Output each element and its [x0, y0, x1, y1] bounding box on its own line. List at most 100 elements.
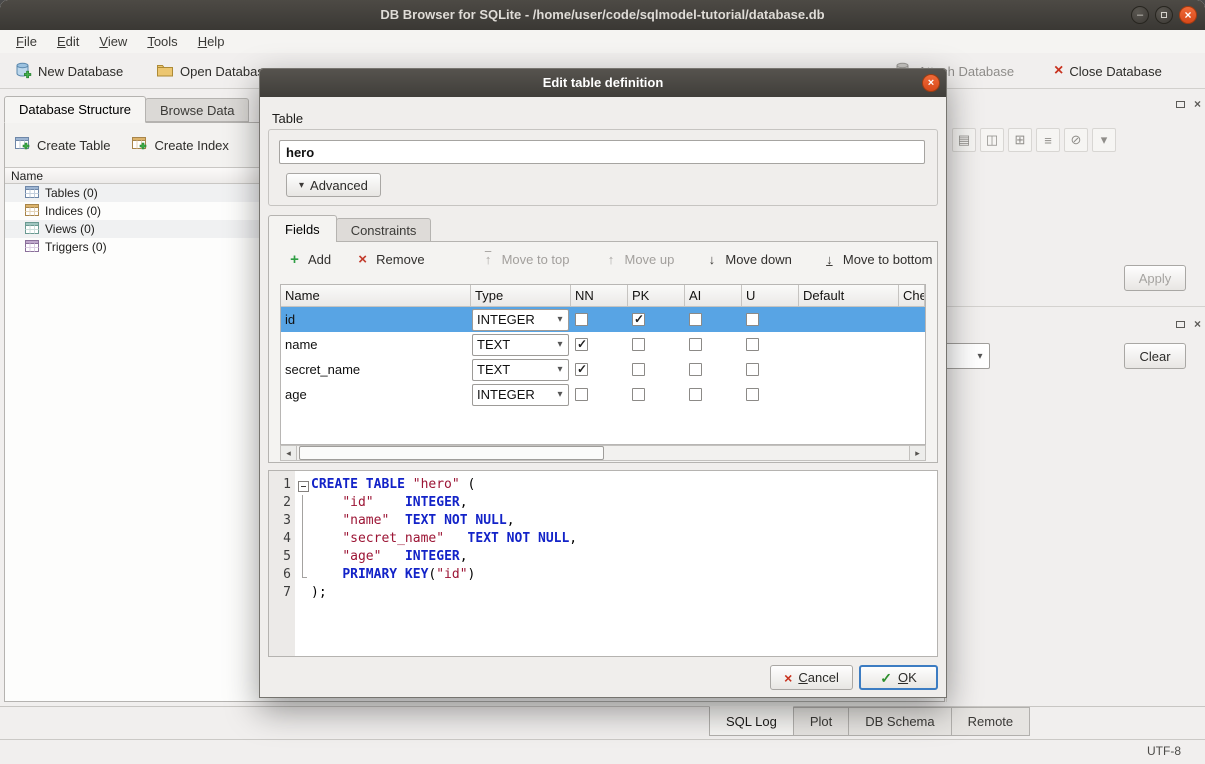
column-header-pk[interactable]: PK: [628, 285, 685, 307]
ai-checkbox[interactable]: [689, 313, 702, 326]
ai-checkbox[interactable]: [689, 363, 702, 376]
sql-preview-editor[interactable]: 1CREATE TABLE "hero" (2 "id" INTEGER,3 "…: [268, 470, 938, 657]
column-header-ai[interactable]: AI: [685, 285, 742, 307]
nn-checkbox[interactable]: [575, 338, 588, 351]
u-checkbox[interactable]: [746, 388, 759, 401]
type-select[interactable]: INTEGER▾: [472, 309, 569, 331]
open-database-icon: [156, 62, 174, 81]
fold-marker[interactable]: [295, 477, 311, 495]
column-header-check[interactable]: Check: [899, 285, 925, 307]
dock-float-icon[interactable]: [1176, 101, 1185, 108]
field-default-cell[interactable]: [799, 307, 899, 332]
create-table-button[interactable]: Create Table: [15, 137, 110, 154]
dock-float-icon[interactable]: [1176, 321, 1185, 328]
ok-button[interactable]: ✓ OK: [859, 665, 938, 690]
pk-checkbox[interactable]: [632, 338, 645, 351]
field-name-cell[interactable]: age: [281, 382, 471, 407]
menu-view[interactable]: View: [89, 32, 137, 51]
dock-tool-button[interactable]: ▤: [952, 128, 976, 152]
dialog-titlebar[interactable]: Edit table definition ×: [260, 69, 946, 97]
cancel-button[interactable]: × Cancel: [770, 665, 853, 690]
field-default-cell[interactable]: [799, 357, 899, 382]
type-select[interactable]: TEXT▾: [472, 334, 569, 356]
dock-tool-button[interactable]: ≡: [1036, 128, 1060, 152]
scrollbar-thumb[interactable]: [299, 446, 604, 460]
field-row[interactable]: idINTEGER▾: [281, 307, 925, 332]
maximize-button[interactable]: [1155, 6, 1173, 24]
field-row[interactable]: nameTEXT▾: [281, 332, 925, 357]
tab-remote[interactable]: Remote: [951, 707, 1031, 736]
field-default-cell[interactable]: [799, 382, 899, 407]
move-down-button[interactable]: ↓ Move down: [704, 252, 791, 267]
menu-help[interactable]: Help: [188, 32, 235, 51]
dock-close-icon[interactable]: ×: [1194, 318, 1201, 330]
u-checkbox[interactable]: [746, 338, 759, 351]
pk-checkbox[interactable]: [632, 388, 645, 401]
column-header-default[interactable]: Default: [799, 285, 899, 307]
ai-checkbox[interactable]: [689, 388, 702, 401]
tab-browse-data[interactable]: Browse Data: [145, 98, 249, 122]
move-to-bottom-button[interactable]: ↓ Move to bottom: [822, 252, 933, 267]
type-select[interactable]: INTEGER▾: [472, 384, 569, 406]
u-checkbox[interactable]: [746, 363, 759, 376]
create-index-button[interactable]: Create Index: [132, 137, 228, 154]
move-up-button[interactable]: ↑ Move up: [604, 252, 675, 267]
field-check-cell[interactable]: [899, 307, 925, 332]
field-name-cell[interactable]: secret_name: [281, 357, 471, 382]
advanced-toggle-button[interactable]: ▾ Advanced: [286, 173, 381, 197]
dock-tool-button[interactable]: ◫: [980, 128, 1004, 152]
new-database-button[interactable]: New Database: [8, 57, 129, 85]
close-button[interactable]: ×: [1179, 6, 1197, 24]
dock-horizontal-separator: [947, 306, 1205, 307]
pk-checkbox[interactable]: [632, 363, 645, 376]
tab-database-structure[interactable]: Database Structure: [4, 96, 146, 123]
column-header-name[interactable]: Name: [281, 285, 471, 307]
apply-button[interactable]: Apply: [1124, 265, 1186, 291]
nn-checkbox[interactable]: [575, 363, 588, 376]
u-checkbox[interactable]: [746, 313, 759, 326]
field-row[interactable]: ageINTEGER▾: [281, 382, 925, 407]
ai-checkbox[interactable]: [689, 338, 702, 351]
menu-tools[interactable]: Tools: [137, 32, 187, 51]
type-select[interactable]: TEXT▾: [472, 359, 569, 381]
move-to-top-button[interactable]: ↑ Move to top: [481, 252, 570, 267]
field-check-cell[interactable]: [899, 332, 925, 357]
dock-close-icon[interactable]: ×: [1194, 98, 1201, 110]
close-database-button[interactable]: × Close Database: [1048, 57, 1168, 85]
tab-fields[interactable]: Fields: [268, 215, 337, 242]
fields-horizontal-scrollbar[interactable]: ◂ ▸: [280, 445, 926, 461]
field-check-cell[interactable]: [899, 357, 925, 382]
nn-checkbox[interactable]: [575, 388, 588, 401]
field-default-cell[interactable]: [799, 332, 899, 357]
dialog-close-button[interactable]: ×: [922, 74, 940, 92]
pk-checkbox[interactable]: [632, 313, 645, 326]
clear-button[interactable]: Clear: [1124, 343, 1186, 369]
tab-constraints[interactable]: Constraints: [336, 218, 432, 242]
field-name-cell[interactable]: name: [281, 332, 471, 357]
field-name-cell[interactable]: id: [281, 307, 471, 332]
dock-tool-button[interactable]: ⊘: [1064, 128, 1088, 152]
menu-file[interactable]: File: [6, 32, 47, 51]
field-check-cell[interactable]: [899, 382, 925, 407]
add-field-button[interactable]: + Add: [287, 252, 331, 267]
nn-checkbox[interactable]: [575, 313, 588, 326]
field-row[interactable]: secret_nameTEXT▾: [281, 357, 925, 382]
dock-tool-button[interactable]: ▾: [1092, 128, 1116, 152]
tab-db-schema[interactable]: DB Schema: [848, 707, 951, 736]
scroll-right-icon[interactable]: ▸: [909, 446, 925, 460]
menu-edit[interactable]: Edit: [47, 32, 89, 51]
remove-field-button[interactable]: × Remove: [355, 252, 424, 267]
column-header-u[interactable]: U: [742, 285, 799, 307]
line-number: 5: [269, 549, 295, 567]
ok-icon: ✓: [880, 671, 892, 685]
dock-tool-button[interactable]: ⊞: [1008, 128, 1032, 152]
column-header-nn[interactable]: NN: [571, 285, 628, 307]
minimize-button[interactable]: –: [1131, 6, 1149, 24]
field-type-cell: INTEGER▾: [471, 307, 571, 332]
tab-plot[interactable]: Plot: [793, 707, 849, 736]
window-titlebar[interactable]: DB Browser for SQLite - /home/user/code/…: [0, 0, 1205, 30]
tab-sql-log[interactable]: SQL Log: [709, 706, 794, 736]
scroll-left-icon[interactable]: ◂: [281, 446, 297, 460]
table-name-input[interactable]: [279, 140, 925, 164]
column-header-type[interactable]: Type: [471, 285, 571, 307]
